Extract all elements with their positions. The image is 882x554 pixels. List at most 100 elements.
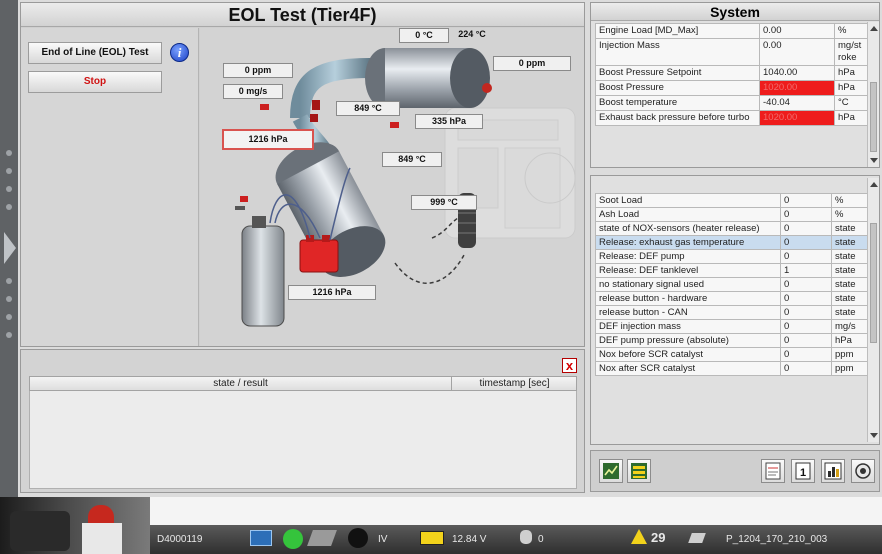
param-unit: hPa: [834, 65, 872, 81]
def-tank: [241, 216, 285, 327]
stop-button[interactable]: Stop: [28, 71, 162, 93]
status-row[interactable]: DEF injection mass 0 mg/s: [595, 319, 871, 334]
param-unit: hPa: [834, 110, 872, 126]
expand-arrow-icon[interactable]: [4, 232, 16, 264]
report-icon[interactable]: [761, 459, 785, 483]
status-unit: ppm: [831, 361, 871, 376]
status-row[interactable]: release button - CAN 0 state: [595, 305, 871, 320]
status-label: Release: DEF tanklevel: [595, 263, 781, 278]
result-table-body: [29, 391, 577, 489]
system-table: Engine Load [MD_Max] 0.00% Injection Mass 0…: [595, 23, 872, 126]
temp-top-left-readout: 0 °C: [399, 28, 449, 43]
settings-icon[interactable]: [851, 459, 875, 483]
rail-dot: [6, 278, 12, 284]
device-id: D4000119: [157, 534, 203, 545]
status-value: 0: [780, 291, 832, 306]
status-value: 0: [780, 277, 832, 292]
status-value: 0: [780, 333, 832, 348]
status-value: 1: [780, 263, 832, 278]
status-scrollbar[interactable]: [867, 178, 879, 442]
status-value: 0: [780, 207, 832, 222]
status-unit: ppm: [831, 347, 871, 362]
warning-icon[interactable]: [631, 529, 647, 544]
status-row[interactable]: state of NOX-sensors (heater release) 0st…: [595, 221, 871, 236]
status-row[interactable]: Nox after SCR catalyst 0 ppm: [595, 361, 871, 376]
list-icon[interactable]: [627, 459, 651, 483]
status-label: Soot Load: [595, 193, 781, 208]
exhaust-system-diagram: 0 ppm 0 mg/s 1216 hPa 0 °C 224 °C 0 ppm …: [200, 28, 584, 346]
column-timestamp[interactable]: timestamp [sec]: [453, 377, 576, 390]
status-value: 0: [780, 235, 832, 250]
pressure-mid-readout: 335 hPa: [415, 114, 483, 129]
scroll-down-icon[interactable]: [870, 158, 878, 163]
status-row[interactable]: Release: DEF pump 0 state: [595, 249, 871, 264]
param-value-alarm: 1020.00: [759, 110, 835, 126]
counter-icon[interactable]: 1: [791, 459, 815, 483]
status-row[interactable]: Nox before SCR catalyst 0 ppm: [595, 347, 871, 362]
system-row[interactable]: Boost temperature -40.04 °C: [595, 95, 872, 111]
system-row[interactable]: Boost Pressure 1020.00 hPa: [595, 80, 872, 96]
param-label: Engine Load [MD_Max]: [595, 23, 760, 39]
doc-catalyst: [365, 48, 492, 108]
scroll-up-icon[interactable]: [870, 182, 878, 187]
status-unit: %: [831, 193, 871, 208]
svg-text:1: 1: [800, 467, 806, 479]
system-panel: System Engine Load [MD_Max] 0.00% Injectio…: [590, 2, 880, 168]
info-icon[interactable]: i: [170, 43, 189, 62]
scroll-thumb[interactable]: [870, 223, 877, 343]
scroll-up-icon[interactable]: [870, 26, 878, 31]
column-state-result[interactable]: state / result: [30, 377, 452, 390]
interface-icon[interactable]: [307, 530, 337, 546]
pressure-readout-highlighted[interactable]: 1216 hPa: [222, 129, 314, 150]
rail-dot: [6, 296, 12, 302]
graph-icon[interactable]: [599, 459, 623, 483]
status-panel: Soot Load 0% Ash Load 0% state of NOX-sensor…: [590, 175, 880, 445]
param-unit: hPa: [834, 80, 872, 96]
technician-shirt: [82, 523, 122, 554]
param-unit: °C: [834, 95, 872, 111]
result-panel: x state / result timestamp [sec]: [20, 349, 585, 493]
status-value: 0: [780, 193, 832, 208]
status-row[interactable]: Soot Load 0%: [595, 193, 871, 208]
scroll-thumb[interactable]: [870, 82, 877, 152]
operator-icon: [520, 530, 532, 544]
param-unit: mg/st roke: [834, 38, 872, 66]
system-row[interactable]: Exhaust back pressure before turbo 1020.0…: [595, 110, 872, 126]
eol-test-button[interactable]: End of Line (EOL) Test: [28, 42, 162, 64]
scroll-down-icon[interactable]: [870, 433, 878, 438]
system-scrollbar[interactable]: [867, 22, 879, 167]
status-label: state of NOX-sensors (heater release): [595, 221, 781, 236]
status-unit: state: [831, 221, 871, 236]
system-row[interactable]: Boost Pressure Setpoint 1040.00 hPa: [595, 65, 872, 81]
bar-chart-icon[interactable]: [821, 459, 845, 483]
rail-dot: [6, 204, 12, 210]
ppm-left-readout: 0 ppm: [223, 63, 293, 78]
status-unit: state: [831, 277, 871, 292]
param-value: 0.00: [759, 23, 835, 39]
param-value: 1040.00: [759, 65, 835, 81]
system-row[interactable]: Engine Load [MD_Max] 0.00%: [595, 23, 872, 39]
result-table-header: state / result timestamp [sec]: [29, 376, 577, 391]
status-row-selected[interactable]: Release: exhaust gas temperature 0 state: [595, 235, 871, 250]
mass-flow-readout: 0 mg/s: [223, 84, 283, 99]
param-unit: %: [834, 23, 872, 39]
monitor-icon[interactable]: [250, 530, 272, 546]
param-label: Boost Pressure: [595, 80, 760, 96]
param-value-alarm: 1020.00: [759, 80, 835, 96]
status-row[interactable]: DEF pump pressure (absolute) 0 hPa: [595, 333, 871, 348]
status-label: release button - hardware: [595, 291, 781, 306]
connection-status-icon: [283, 529, 303, 549]
system-row[interactable]: Injection Mass 0.00 mg/st roke: [595, 38, 872, 66]
status-label: Release: DEF pump: [595, 249, 781, 264]
status-unit: state: [831, 305, 871, 320]
status-row[interactable]: Release: DEF tanklevel 1 state: [595, 263, 871, 278]
close-icon[interactable]: x: [562, 358, 577, 373]
def-pump: [299, 235, 339, 273]
status-row[interactable]: release button - hardware 0 state: [595, 291, 871, 306]
toolbar: 1: [590, 450, 880, 492]
status-row[interactable]: Ash Load 0%: [595, 207, 871, 222]
status-row[interactable]: no stationary signal used 0 state: [595, 277, 871, 292]
rail-dot: [6, 186, 12, 192]
status-unit: state: [831, 249, 871, 264]
eol-test-panel: EOL Test (Tier4F) End of Line (EOL) Test…: [20, 2, 585, 347]
